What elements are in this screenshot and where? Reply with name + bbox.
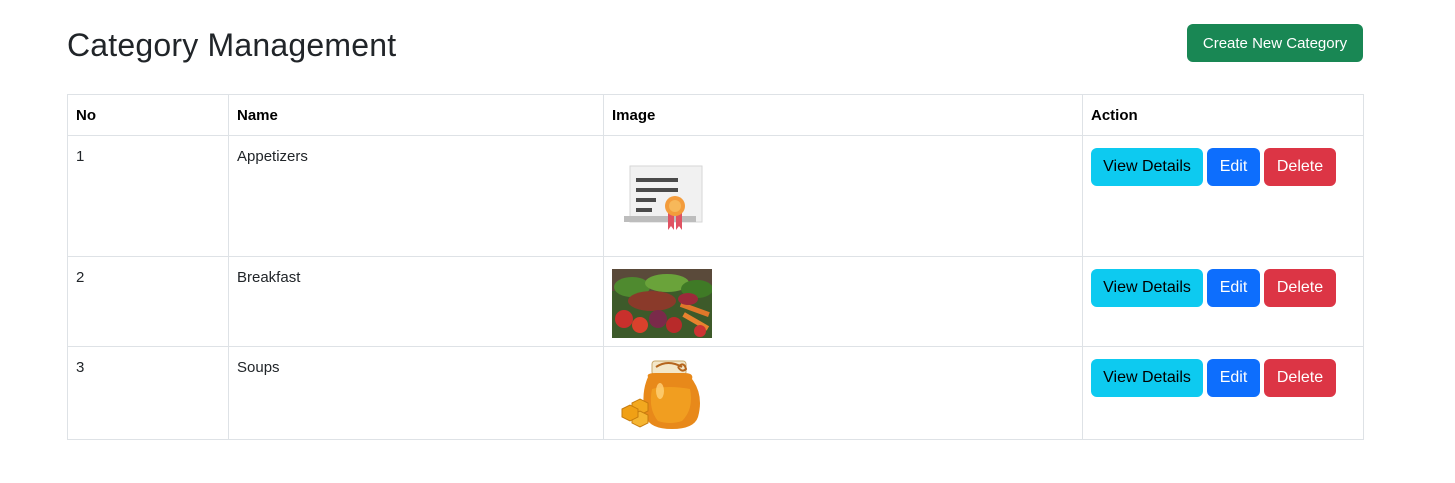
vegetables-photo: [612, 269, 712, 338]
category-name: Soups: [228, 346, 604, 440]
column-header-image: Image: [603, 94, 1083, 136]
table-row: 3 Soups View Details Edit Delete: [67, 346, 1364, 440]
row-number: 2: [67, 256, 229, 347]
column-header-no: No: [67, 94, 229, 136]
action-cell: View Details Edit Delete: [1082, 346, 1364, 440]
delete-button[interactable]: Delete: [1264, 269, 1336, 307]
view-details-button[interactable]: View Details: [1091, 359, 1203, 397]
category-image-cell: [603, 346, 1083, 440]
certificate-icon: [624, 165, 703, 230]
category-table: No Name Image Action 1 Appetizers View D…: [67, 94, 1364, 440]
edit-button[interactable]: Edit: [1207, 359, 1260, 397]
table-header-row: No Name Image Action: [67, 94, 1364, 136]
column-header-action: Action: [1082, 94, 1364, 136]
action-cell: View Details Edit Delete: [1082, 256, 1364, 347]
action-cell: View Details Edit Delete: [1082, 135, 1364, 257]
create-category-button[interactable]: Create New Category: [1187, 24, 1363, 62]
edit-button[interactable]: Edit: [1207, 269, 1260, 307]
view-details-button[interactable]: View Details: [1091, 269, 1203, 307]
column-header-name: Name: [228, 94, 604, 136]
row-number: 3: [67, 346, 229, 440]
category-name: Appetizers: [228, 135, 604, 257]
page-title: Category Management: [67, 27, 397, 63]
category-image-cell: [603, 135, 1083, 257]
row-number: 1: [67, 135, 229, 257]
delete-button[interactable]: Delete: [1264, 359, 1336, 397]
honey-jar-icon: [621, 360, 700, 429]
edit-button[interactable]: Edit: [1207, 148, 1260, 186]
category-name: Breakfast: [228, 256, 604, 347]
table-row: 1 Appetizers View Details Edit Delete: [67, 135, 1364, 257]
view-details-button[interactable]: View Details: [1091, 148, 1203, 186]
category-image-cell: [603, 256, 1083, 347]
table-row: 2 Breakfast View Details Edit Delete: [67, 256, 1364, 347]
delete-button[interactable]: Delete: [1264, 148, 1336, 186]
